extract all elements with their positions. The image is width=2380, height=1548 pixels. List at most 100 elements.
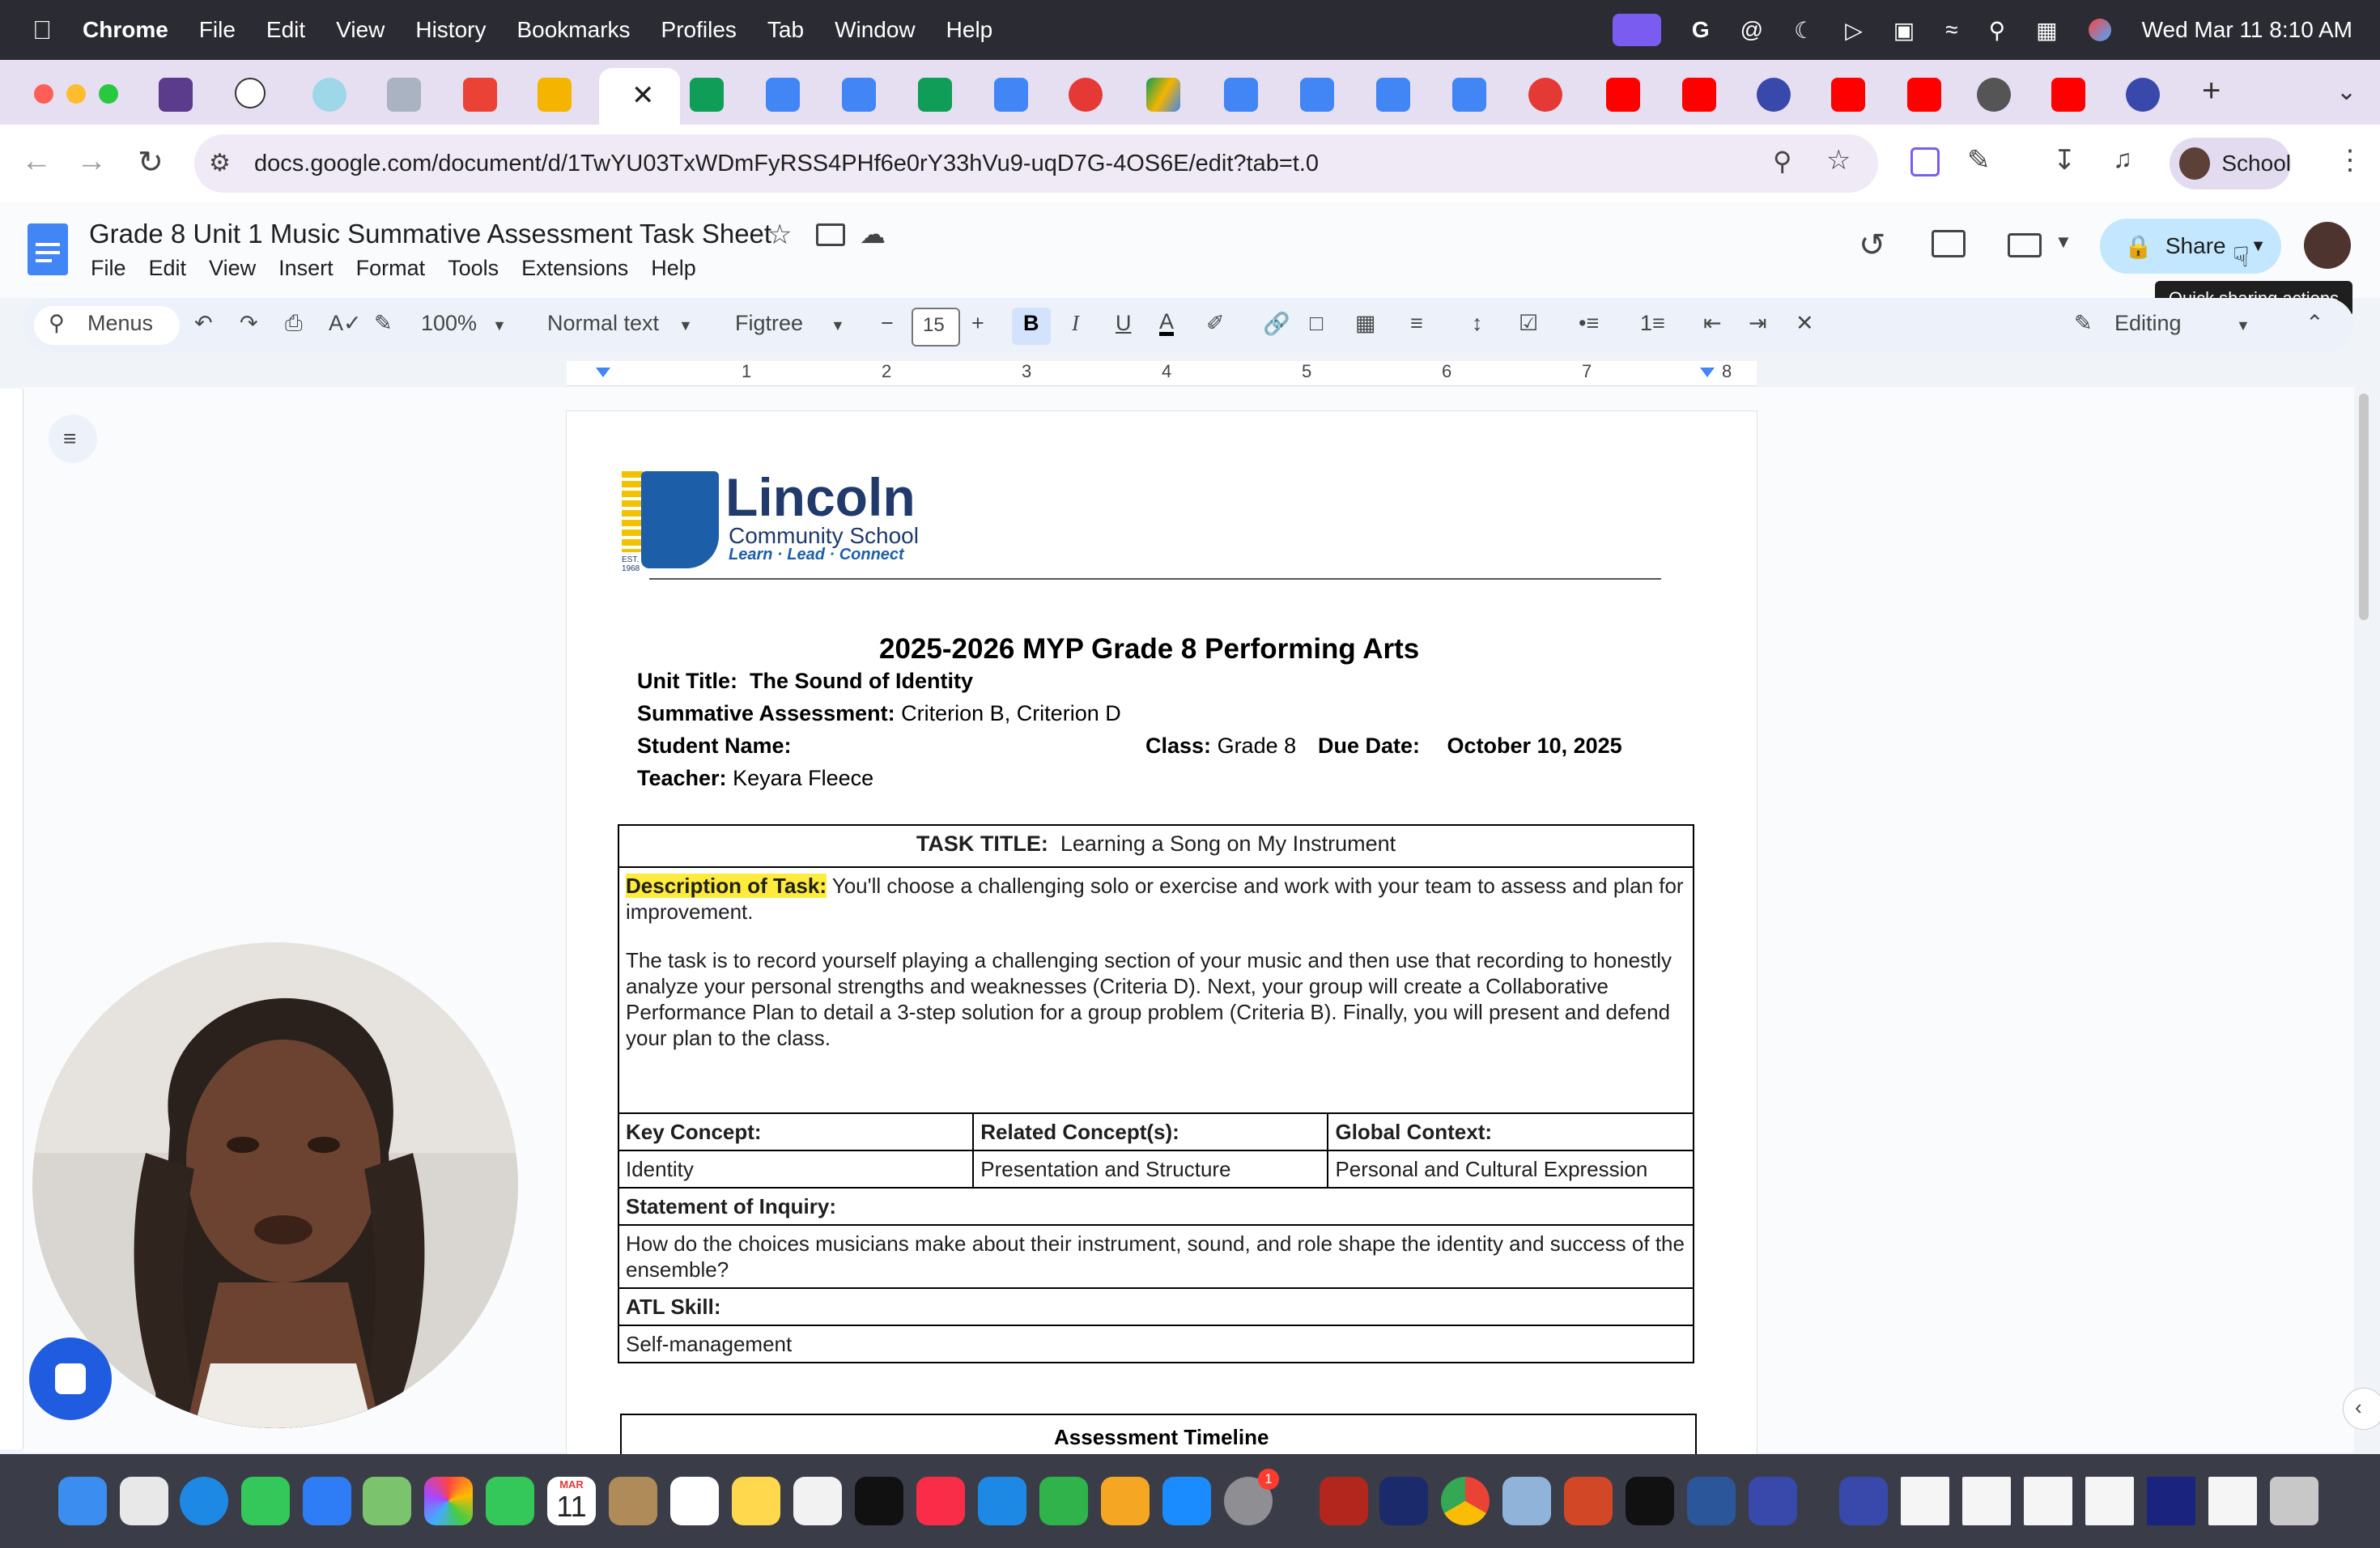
freeform-icon[interactable] [793, 1477, 842, 1525]
reload-icon[interactable]: ↻ [138, 144, 164, 181]
control-center-icon[interactable]: ▦ [2036, 17, 2057, 44]
font-dropdown-icon[interactable]: ▼ [831, 317, 845, 334]
style-dropdown-icon[interactable]: ▼ [678, 317, 693, 334]
account-avatar[interactable] [2304, 222, 2351, 269]
at-icon[interactable]: @ [1740, 17, 1763, 43]
task-title-cell[interactable]: TASK TITLE: Learning a Song on My Instru… [618, 824, 1694, 868]
move-folder-icon[interactable] [816, 223, 845, 246]
spellcheck-icon[interactable]: A✓ [329, 311, 362, 336]
menubar-item-profiles[interactable]: Profiles [661, 17, 737, 43]
style-select[interactable]: Normal text [547, 311, 659, 336]
editing-mode-dropdown-icon[interactable]: ▼ [2236, 317, 2250, 334]
tab-youtube-favicon-1[interactable] [1606, 78, 1640, 112]
redo-icon[interactable]: ↷ [240, 311, 258, 336]
statement-of-inquiry-value[interactable]: How do the choices musicians make about … [618, 1224, 1694, 1289]
editing-mode-select[interactable]: Editing [2114, 311, 2182, 336]
numbers-icon[interactable] [1039, 1477, 1088, 1525]
recent-doc-3-icon[interactable] [2024, 1477, 2072, 1525]
app-store-icon[interactable] [1162, 1477, 1211, 1525]
notes-icon[interactable] [732, 1477, 780, 1525]
word-icon[interactable] [1687, 1477, 1736, 1525]
download-icon[interactable]: ↧ [2053, 144, 2076, 176]
webcam-overlay[interactable] [32, 942, 518, 1428]
tab-gmail-favicon[interactable] [463, 78, 497, 112]
global-context-label-cell[interactable]: Global Context: [1327, 1112, 1694, 1151]
tab-docs-favicon-2[interactable] [842, 78, 876, 112]
new-tab-button[interactable]: + [2202, 73, 2221, 109]
siri-icon[interactable] [2088, 19, 2111, 41]
recent-doc-5-icon[interactable] [2147, 1477, 2195, 1525]
play-icon[interactable]: ▷ [1845, 17, 1863, 44]
docs-menu-help[interactable]: Help [651, 256, 696, 281]
wifi-icon[interactable]: ≈ [1945, 17, 1957, 43]
recorder-stop-button[interactable] [29, 1337, 112, 1420]
preview-icon[interactable] [1502, 1477, 1551, 1525]
star-icon[interactable]: ☆ [767, 219, 792, 251]
docs-logo-icon[interactable] [28, 223, 68, 275]
zoom-select[interactable]: 100% [421, 311, 477, 336]
recent-doc-6-icon[interactable] [2208, 1477, 2257, 1525]
font-select[interactable]: Figtree [735, 311, 803, 336]
related-concept-value[interactable]: Presentation and Structure [972, 1150, 1329, 1189]
docs-menu-format[interactable]: Format [356, 256, 426, 281]
zoom-dropdown-icon[interactable]: ▼ [492, 317, 507, 334]
italic-icon[interactable]: I [1072, 311, 1079, 336]
menubar-item-tab[interactable]: Tab [767, 17, 804, 43]
docs-menu-insert[interactable]: Insert [278, 256, 334, 281]
right-indent-marker[interactable] [1700, 368, 1715, 377]
cloud-status-icon[interactable]: ☁ [860, 219, 886, 249]
vertical-ruler[interactable] [0, 389, 23, 1449]
highlight-icon[interactable]: ✐ [1206, 311, 1225, 336]
dictionary-icon[interactable] [1320, 1477, 1368, 1525]
checklist-icon[interactable]: ☑ [1519, 311, 1538, 336]
tab-docs-favicon-7[interactable] [1452, 78, 1486, 112]
tab-docs-favicon-5[interactable] [1300, 78, 1334, 112]
recent-doc-2-icon[interactable] [1962, 1477, 2011, 1525]
tab-drive-favicon[interactable] [1146, 78, 1180, 112]
decrease-font-size-icon[interactable]: − [881, 311, 894, 336]
docs-menu-edit[interactable]: Edit [149, 256, 187, 281]
related-concept-label-cell[interactable]: Related Concept(s): [972, 1112, 1329, 1151]
facetime-icon[interactable] [486, 1477, 534, 1525]
media-control-icon[interactable]: ♫ [2113, 144, 2132, 174]
terminal-icon[interactable] [1626, 1477, 1674, 1525]
menubar-clock[interactable]: Wed Mar 11 8:10 AM [2142, 17, 2352, 43]
tab-favicon-3[interactable] [312, 78, 346, 112]
tab-globe-favicon[interactable] [1977, 78, 2011, 112]
grammarly-icon[interactable]: G [1692, 17, 1710, 43]
meet-icon[interactable] [2008, 233, 2042, 257]
key-concept-value[interactable]: Identity [617, 1150, 975, 1189]
align-icon[interactable]: ≡ [1410, 311, 1423, 336]
recent-doc-1-icon[interactable] [1901, 1477, 1949, 1525]
menubar-item-file[interactable]: File [199, 17, 236, 43]
line-spacing-icon[interactable]: ↕ [1472, 311, 1483, 336]
add-comment-icon[interactable]: □ [1310, 311, 1323, 336]
menubar-item-view[interactable]: View [336, 17, 385, 43]
chrome-menu-icon[interactable]: ⋮ [2336, 144, 2364, 176]
reminders-icon[interactable] [670, 1477, 719, 1525]
document-outline-button[interactable]: ≡ [49, 415, 97, 463]
screen-share-icon[interactable] [1612, 14, 1661, 46]
mail-icon[interactable] [303, 1477, 351, 1525]
editing-pencil-icon[interactable]: ✎ [2074, 311, 2093, 336]
tab-docs-favicon-3[interactable] [994, 78, 1028, 112]
tab-openai-favicon[interactable] [235, 78, 266, 108]
menubar-item-bookmarks[interactable]: Bookmarks [516, 17, 630, 43]
tab-slides-favicon[interactable] [538, 78, 572, 112]
numbered-list-icon[interactable]: 1≡ [1640, 311, 1665, 336]
moon-icon[interactable]: ☾ [1794, 17, 1814, 44]
clear-formatting-icon[interactable]: ✕ [1796, 311, 1814, 336]
back-icon[interactable]: ← [21, 144, 52, 179]
maximize-window-icon[interactable] [99, 84, 118, 104]
docs-menu-tools[interactable]: Tools [448, 256, 499, 281]
safari-icon[interactable] [180, 1477, 228, 1525]
tab-favicon-red-1[interactable] [1069, 78, 1103, 112]
close-tab-icon[interactable]: ✕ [631, 79, 655, 112]
minimize-window-icon[interactable] [66, 84, 86, 104]
tab-grammarly-favicon-1[interactable] [1757, 78, 1791, 112]
comments-icon[interactable] [1932, 230, 1966, 257]
tab-active-docs[interactable]: ✕ [599, 68, 680, 126]
menubar-item-help[interactable]: Help [946, 17, 993, 43]
extension-icon-1[interactable] [1910, 147, 1940, 176]
insert-image-icon[interactable]: ▦ [1355, 311, 1376, 336]
